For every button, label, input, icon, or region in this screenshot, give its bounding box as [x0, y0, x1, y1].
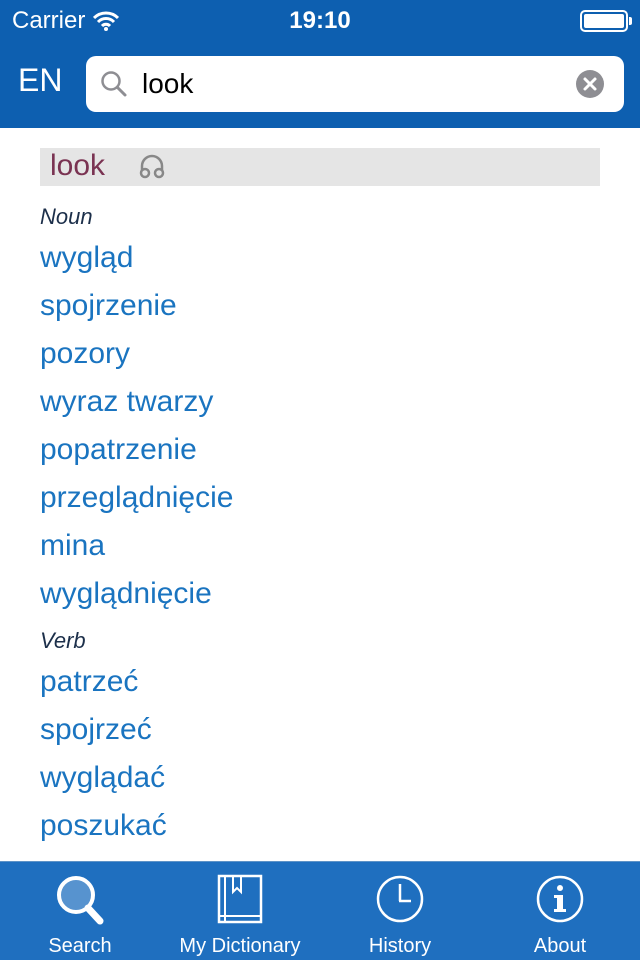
language-toggle[interactable]: EN — [18, 62, 62, 99]
translation-item[interactable]: spojrzeć — [40, 713, 152, 747]
search-icon — [101, 71, 127, 97]
tab-history[interactable]: History — [320, 862, 480, 960]
tab-about[interactable]: About — [480, 862, 640, 960]
headword-bar: look — [40, 148, 600, 186]
entry-content[interactable]: look Noun wygląd spojrzenie pozory wyraz… — [0, 128, 640, 861]
tab-label: My Dictionary — [179, 935, 301, 957]
clock-time: 19:10 — [289, 7, 351, 34]
tab-label: Search — [48, 935, 112, 957]
search-input[interactable] — [142, 64, 562, 104]
tab-label: History — [368, 935, 432, 957]
clear-icon[interactable] — [576, 70, 604, 98]
translation-item[interactable]: przeglądnięcie — [40, 481, 233, 515]
search-bar: EN — [0, 40, 640, 128]
tab-search[interactable]: Search — [0, 862, 160, 960]
info-icon — [536, 875, 584, 923]
headword: look — [50, 149, 106, 182]
status-bar: Carrier 19:10 — [0, 0, 640, 40]
translation-item[interactable]: pozory — [40, 337, 130, 371]
tab-bar: Search My Dictionary History About — [0, 861, 640, 960]
translation-item[interactable]: wyglądać — [40, 761, 165, 795]
part-of-speech-noun: Noun — [40, 204, 93, 229]
translation-item[interactable]: wyglądnięcie — [40, 577, 212, 611]
magnifier-icon — [57, 876, 104, 925]
translation-item[interactable]: wygląd — [40, 241, 133, 275]
part-of-speech-verb: Verb — [40, 628, 86, 653]
headphones-icon[interactable] — [138, 152, 166, 180]
book-icon — [217, 874, 263, 924]
tab-my-dictionary[interactable]: My Dictionary — [160, 862, 320, 960]
tab-label: About — [533, 935, 587, 957]
clock-icon — [376, 875, 424, 923]
translation-item[interactable]: mina — [40, 529, 105, 563]
translation-item[interactable]: spojrzenie — [40, 289, 177, 323]
search-field[interactable] — [86, 56, 624, 112]
battery-icon — [580, 10, 632, 32]
translation-item[interactable]: popatrzenie — [40, 433, 197, 467]
translation-item[interactable]: poszukać — [40, 809, 167, 843]
translation-item[interactable]: wyraz twarzy — [40, 385, 213, 419]
translation-item[interactable]: patrzeć — [40, 665, 138, 699]
